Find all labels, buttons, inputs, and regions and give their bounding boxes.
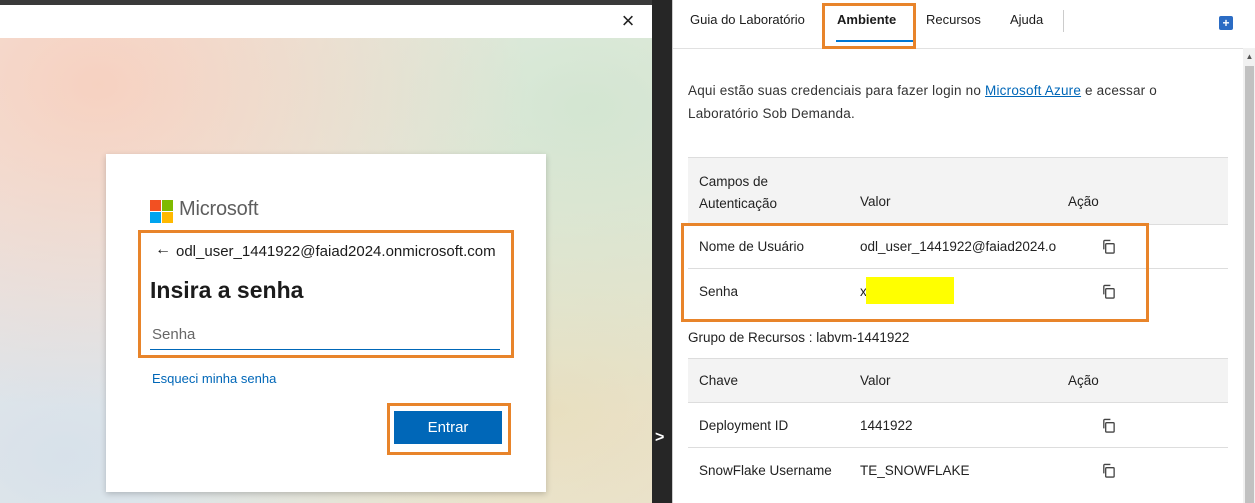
lab-panel: Guia do Laboratório Ambiente Recursos Aj… xyxy=(672,0,1255,503)
tab-lab-guide[interactable]: Guia do Laboratório xyxy=(690,12,805,27)
auth-table-header: Campos de Autenticação Valor Ação xyxy=(688,157,1228,224)
column-header: Ação xyxy=(1068,194,1099,209)
window-top-strip xyxy=(0,0,652,5)
table-row: Deployment ID 1441922 xyxy=(688,402,1228,448)
key-value: 1441922 xyxy=(860,418,913,433)
sign-in-button[interactable]: Entrar xyxy=(394,411,502,444)
resource-table-header: Chave Valor Ação xyxy=(688,358,1228,403)
user-identity: odl_user_1441922@faiad2024.onmicrosoft.c… xyxy=(176,243,496,260)
highlight-credentials-box xyxy=(681,223,1149,322)
close-icon[interactable]: × xyxy=(618,9,638,33)
back-arrow-icon[interactable]: ← xyxy=(155,241,171,259)
signin-card: Microsoft ← odl_user_1441922@faiad2024.o… xyxy=(106,154,546,492)
forgot-password-link[interactable]: Esqueci minha senha xyxy=(152,371,276,386)
tab-resources[interactable]: Recursos xyxy=(926,12,981,27)
table-row: SnowFlake Username TE_SNOWFLAKE xyxy=(688,447,1228,493)
popout-icon[interactable]: + xyxy=(1219,16,1233,30)
microsoft-logo-icon xyxy=(150,200,174,224)
highlight-tab-box xyxy=(822,3,916,49)
brand-name: Microsoft xyxy=(179,198,259,220)
column-header: Campos de Autenticação xyxy=(699,174,778,211)
intro-text: Aqui estão suas credenciais para fazer l… xyxy=(688,79,1198,125)
page-title: Insira a senha xyxy=(150,277,304,303)
tab-separator xyxy=(1063,10,1064,32)
chevron-right-icon[interactable]: > xyxy=(655,429,664,447)
azure-link[interactable]: Microsoft Azure xyxy=(985,83,1081,98)
key-value: TE_SNOWFLAKE xyxy=(860,463,970,478)
signin-window: × Microsoft ← odl_user_1441922@faiad2024… xyxy=(0,0,652,503)
column-header: Valor xyxy=(860,194,891,209)
copy-icon[interactable] xyxy=(1101,418,1116,433)
column-header: Ação xyxy=(1068,373,1099,388)
panel-divider xyxy=(652,0,672,503)
intro-text-before: Aqui estão suas credenciais para fazer l… xyxy=(688,83,986,98)
tab-bar: Guia do Laboratório Ambiente Recursos Aj… xyxy=(673,0,1255,49)
tab-help[interactable]: Ajuda xyxy=(1010,12,1043,27)
scroll-up-icon[interactable]: ▲ xyxy=(1245,52,1254,62)
copy-icon[interactable] xyxy=(1101,463,1116,478)
column-header: Valor xyxy=(860,373,891,388)
key-label: SnowFlake Username xyxy=(699,463,832,478)
key-label: Deployment ID xyxy=(699,418,789,433)
resource-group-label: Grupo de Recursos : labvm-1441922 xyxy=(688,330,910,345)
password-input[interactable] xyxy=(150,319,500,350)
scrollbar-thumb[interactable] xyxy=(1245,66,1254,503)
column-header: Chave xyxy=(699,373,739,388)
